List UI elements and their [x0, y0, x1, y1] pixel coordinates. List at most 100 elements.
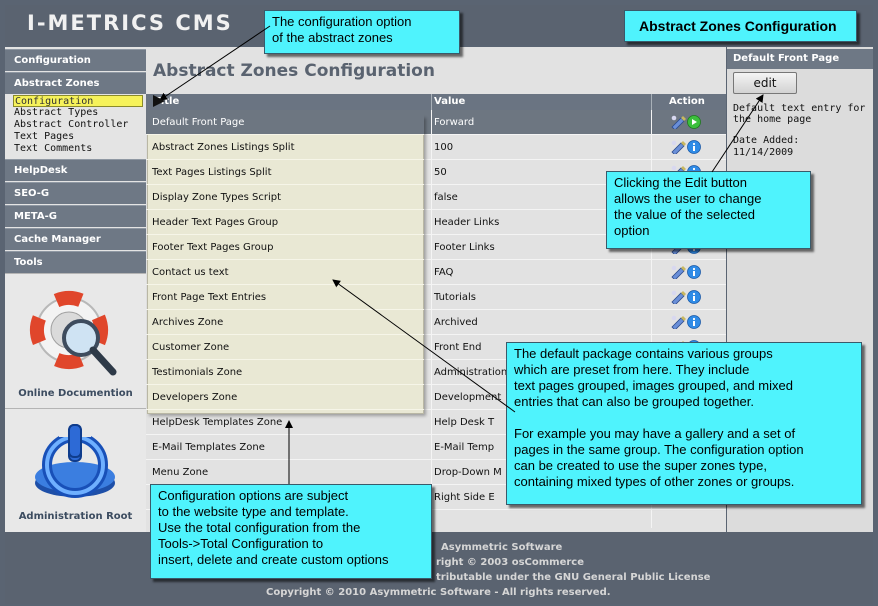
row-value: Archived	[434, 317, 478, 328]
online-documentation-panel[interactable]: Online Documention	[5, 273, 146, 408]
table-header: Title Value Action	[146, 94, 726, 110]
row-value: Right Side E	[434, 492, 495, 503]
column-header-title: Title	[154, 96, 180, 107]
edit-pencil-icon[interactable]	[670, 315, 686, 332]
sidebar-item-cache-manager[interactable]: Cache Manager	[5, 228, 146, 250]
row-value: 50	[434, 167, 447, 178]
footer-line-4: Copyright © 2010 Asymmetric Software - A…	[266, 587, 611, 598]
callout-edit-button: Clicking the Edit button allows the user …	[606, 171, 811, 249]
callout-text-line: entries that can also be grouped togethe…	[514, 394, 754, 409]
online-documentation-label: Online Documention	[18, 388, 133, 399]
info-icon[interactable]	[687, 265, 701, 282]
footer: Asymmetric Software right © 2003 osComme…	[5, 532, 873, 604]
info-date-label: Date Added:	[733, 135, 800, 146]
callout-groups: The default package contains various gro…	[506, 342, 862, 505]
highlighted-row-title[interactable]: Front Page Text Entries	[147, 285, 424, 310]
info-icon[interactable]	[687, 315, 701, 332]
app-title: I-METRICS CMS	[27, 11, 233, 35]
info-panel-heading: Default Front Page	[727, 49, 873, 69]
sidebar-subitem-text-comments[interactable]: Text Comments	[14, 143, 144, 155]
highlighted-title-text: Abstract Zones Listings Split	[152, 142, 295, 153]
info-description: Default text entry for the home page	[733, 103, 866, 125]
callout-text-line: Clicking the Edit button	[614, 175, 747, 190]
sidebar-item-configuration[interactable]: Configuration	[5, 49, 146, 71]
row-value: Development	[434, 392, 502, 403]
highlighted-row-title[interactable]: Text Pages Listings Split	[147, 160, 424, 185]
callout-text-line: The default package contains various gro…	[514, 346, 773, 361]
highlighted-title-text: Archives Zone	[152, 317, 224, 328]
row-value: Front End	[434, 342, 482, 353]
info-icon[interactable]	[687, 140, 701, 157]
callout-text-line: which are preset from here. They include	[514, 362, 750, 377]
highlighted-row-title[interactable]: Abstract Zones Listings Split	[147, 135, 424, 160]
sidebar-subitem-text-pages[interactable]: Text Pages	[14, 131, 144, 143]
sidebar-item-helpdesk[interactable]: HelpDesk	[5, 159, 146, 181]
edit-pencil-icon[interactable]	[670, 140, 686, 157]
sidebar-item-tools[interactable]: Tools	[5, 251, 146, 273]
sidebar-item-abstract-zones[interactable]: Abstract Zones	[5, 72, 146, 94]
lifebuoy-magnifier-icon	[30, 291, 117, 376]
row-value: E-Mail Temp	[434, 442, 495, 453]
highlighted-row-title[interactable]: Archives Zone	[147, 310, 424, 335]
administration-root-panel[interactable]: Administration Root	[5, 408, 146, 532]
row-value: Tutorials	[434, 292, 476, 303]
footer-line-3: tributable under the GNU General Public …	[436, 572, 711, 583]
edit-pencil-icon[interactable]	[670, 290, 686, 307]
callout-text-line: option	[614, 223, 650, 238]
row-value: FAQ	[434, 267, 454, 278]
highlighted-row-title[interactable]: Display Zone Types Script	[147, 185, 424, 210]
callout-text-line: Tools->Total Configuration to	[158, 536, 324, 551]
callout-text-line: the value of the selected	[614, 207, 755, 222]
administration-root-label: Administration Root	[18, 511, 133, 522]
highlighted-title-text: Contact us text	[152, 267, 229, 278]
column-header-action: Action	[669, 96, 705, 107]
footer-line-1: Asymmetric Software	[441, 542, 563, 553]
callout-text-line: insert, delete and create custom options	[158, 552, 389, 567]
highlighted-title-text: Display Zone Types Script	[152, 192, 282, 203]
info-date-value: 11/14/2009	[733, 147, 794, 158]
edit-button[interactable]: edit	[733, 72, 797, 94]
highlighted-row-title[interactable]: Testimonials Zone	[147, 360, 424, 385]
callout-text-line: The configuration option	[272, 14, 412, 29]
highlighted-row-title[interactable]: Customer Zone	[147, 335, 424, 360]
callout-text-line: can be created to use the super zones ty…	[514, 458, 767, 473]
info-icon[interactable]	[687, 290, 701, 307]
highlighted-row-title[interactable]: Header Text Pages Group	[147, 210, 424, 235]
sidebar-item-seo-g[interactable]: SEO-G	[5, 182, 146, 204]
row-value: Footer Links	[434, 242, 495, 253]
highlighted-row-title[interactable]: Developers Zone	[147, 385, 424, 410]
highlighted-row-title[interactable]: Contact us text	[147, 260, 424, 285]
sidebar-subitem-abstract-controller[interactable]: Abstract Controller	[14, 119, 144, 131]
callout-text-line	[514, 410, 854, 426]
highlighted-title-text: Developers Zone	[152, 392, 238, 403]
callout-text-line: Configuration options are subject	[158, 488, 349, 503]
title-banner: Abstract Zones Configuration	[624, 10, 857, 42]
column-header-value: Value	[434, 96, 466, 107]
page-title: Abstract Zones Configuration	[153, 61, 435, 81]
callout-text-line: of the abstract zones	[272, 30, 393, 45]
highlighted-row-title[interactable]: Footer Text Pages Group	[147, 235, 424, 260]
selected-arrow-icon[interactable]	[687, 115, 701, 132]
callout-text-line: allows the user to change	[614, 191, 762, 206]
footer-line-2: right © 2003 osCommerce	[436, 557, 584, 568]
callout-text-line: text pages grouped, images grouped, and …	[514, 378, 793, 393]
highlighted-title-text: Testimonials Zone	[152, 367, 243, 378]
row-value: Drop-Down M	[434, 467, 502, 478]
row-value: false	[434, 192, 458, 203]
edit-pencil-icon[interactable]	[670, 265, 686, 282]
highlighted-row-title[interactable]: Default Front Page	[147, 110, 424, 135]
row-title: Menu Zone	[152, 467, 209, 478]
sidebar-subitem-abstract-types[interactable]: Abstract Types	[14, 107, 144, 119]
row-value: Forward	[434, 117, 475, 128]
callout-text-line: pages in the same group. The configurati…	[514, 442, 804, 457]
sidebar-subitem-configuration[interactable]: Configuration	[13, 95, 143, 107]
row-value: Header Links	[434, 217, 500, 228]
power-button-icon	[35, 424, 115, 498]
row-value: Administration	[434, 367, 508, 378]
edit-pencil-icon[interactable]	[670, 115, 686, 132]
highlighted-title-text: Footer Text Pages Group	[152, 242, 274, 253]
row-title: HelpDesk Templates Zone	[152, 417, 283, 428]
callout-text-line: For example you may have a gallery and a…	[514, 426, 796, 441]
sidebar-item-meta-g[interactable]: META-G	[5, 205, 146, 227]
highlighted-title-text: Default Front Page	[152, 117, 245, 128]
